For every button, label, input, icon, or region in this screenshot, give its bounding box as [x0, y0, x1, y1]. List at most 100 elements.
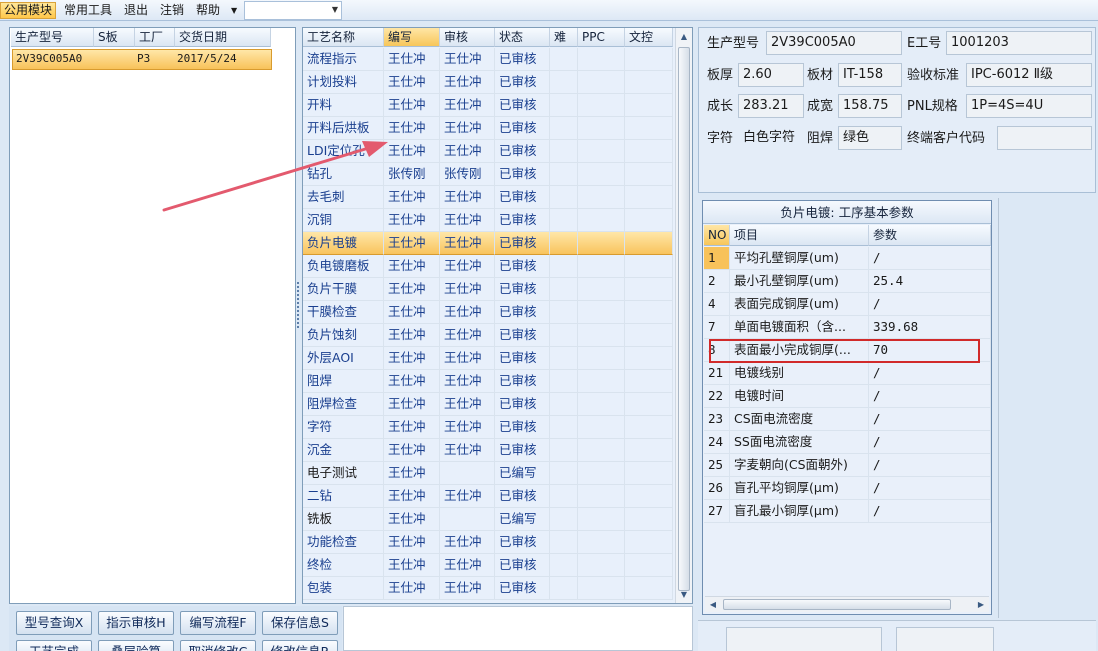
scroll-right-icon[interactable]: ▶	[974, 597, 988, 612]
process-grid-scrollbar[interactable]: ▲ ▼	[675, 28, 692, 603]
name-cell: 干膜检查	[303, 301, 384, 324]
col-header-difficulty[interactable]: 难	[550, 28, 578, 47]
width-field[interactable]: 158.75	[838, 94, 902, 118]
save-info-button[interactable]: 保存信息S	[262, 611, 338, 635]
status-cell: 已审核	[495, 554, 550, 577]
difficulty-cell	[550, 554, 578, 577]
menu-logout[interactable]: 注销	[157, 2, 187, 19]
table-row[interactable]: 2 最小孔壁铜厚(um) 25.4	[704, 270, 992, 293]
scroll-thumb[interactable]	[723, 599, 951, 610]
model-cell: 2V39C005A0	[16, 52, 83, 65]
col-header-status[interactable]: 状态	[495, 28, 550, 47]
standard-field[interactable]: IPC-6012 Ⅱ级	[966, 63, 1092, 87]
table-row[interactable]: 终检 王仕冲 王仕冲 已审核	[303, 554, 673, 577]
scroll-up-icon[interactable]: ▲	[677, 29, 691, 44]
table-row[interactable]: 铣板 王仕冲 已编写	[303, 508, 673, 531]
table-row[interactable]: 负片蚀刻 王仕冲 王仕冲 已审核	[303, 324, 673, 347]
model-field[interactable]: 2V39C005A0	[766, 31, 902, 55]
edit-info-button[interactable]: 修改信息R	[262, 640, 338, 651]
table-row[interactable]: 流程指示 王仕冲 王仕冲 已审核	[303, 48, 673, 71]
menu-help[interactable]: 帮助	[193, 2, 223, 19]
solder-mask-field[interactable]: 绿色	[838, 126, 902, 150]
splitter-handle[interactable]	[296, 280, 300, 360]
table-row[interactable]: 计划投料 王仕冲 王仕冲 已审核	[303, 71, 673, 94]
col-header-ppc[interactable]: PPC	[578, 28, 625, 47]
scroll-down-icon[interactable]: ▼	[677, 587, 691, 602]
table-row[interactable]: 字符 王仕冲 王仕冲 已审核	[303, 416, 673, 439]
write-flow-button[interactable]: 编写流程F	[180, 611, 256, 635]
customer-code-field[interactable]	[997, 126, 1092, 150]
stackup-check-button[interactable]: 叠层验算	[98, 640, 174, 651]
name-cell: 沉铜	[303, 209, 384, 232]
table-row[interactable]: 负电镀磨板 王仕冲 王仕冲 已审核	[303, 255, 673, 278]
table-row[interactable]: 24 SS面电流密度 /	[704, 431, 992, 454]
menu-combo-box[interactable]: ▼	[244, 1, 342, 20]
table-row[interactable]: 沉金 王仕冲 王仕冲 已审核	[303, 439, 673, 462]
table-row[interactable]: 21 电镀线别 /	[704, 362, 992, 385]
table-row[interactable]: 电子测试 王仕冲 已编写	[303, 462, 673, 485]
table-row[interactable]: 功能检查 王仕冲 王仕冲 已审核	[303, 531, 673, 554]
params-hscrollbar[interactable]: ◀ ▶	[705, 596, 989, 612]
length-field[interactable]: 283.21	[738, 94, 804, 118]
col-header-reviewer[interactable]: 审核	[440, 28, 495, 47]
table-row[interactable]: 开料 王仕冲 王仕冲 已审核	[303, 94, 673, 117]
menu-dropdown-arrow-icon[interactable]: ▼	[228, 2, 240, 19]
table-row[interactable]: 沉铜 王仕冲 王仕冲 已审核	[303, 209, 673, 232]
scroll-left-icon[interactable]: ◀	[706, 597, 720, 612]
table-row[interactable]: 包装 王仕冲 王仕冲 已审核	[303, 577, 673, 600]
product-info-panel: 生产型号 2V39C005A0 E工号 1001203 板厚 2.60 板材 I…	[698, 27, 1096, 193]
notes-area[interactable]	[343, 606, 693, 651]
menu-common-tools[interactable]: 常用工具	[61, 2, 115, 19]
status-cell: 已审核	[495, 370, 550, 393]
table-row[interactable]: 26 盲孔平均铜厚(μm) /	[704, 477, 992, 500]
table-row[interactable]: 4 表面完成铜厚(um) /	[704, 293, 992, 316]
table-row[interactable]: 7 单面电镀面积（含... 339.68	[704, 316, 992, 339]
table-row[interactable]: 二钻 王仕冲 王仕冲 已审核	[303, 485, 673, 508]
table-row[interactable]: 外层AOI 王仕冲 王仕冲 已审核	[303, 347, 673, 370]
table-row[interactable]: LDI定位孔 王仕冲 王仕冲 已审核	[303, 140, 673, 163]
thickness-field[interactable]: 2.60	[738, 63, 804, 87]
table-row[interactable]: 开料后烘板 王仕冲 王仕冲 已审核	[303, 117, 673, 140]
bottom-field-2[interactable]	[896, 627, 994, 651]
item-cell: 平均孔壁铜厚(um)	[730, 247, 869, 270]
action-button-area: 型号查询X 指示审核H 编写流程F 保存信息S 工艺完成 叠层验算 取消修改C …	[9, 606, 342, 651]
status-cell: 已编写	[495, 508, 550, 531]
col-header-s-board[interactable]: S板	[94, 28, 135, 47]
table-row[interactable]: 25 字麦朝向(CS面朝外) /	[704, 454, 992, 477]
col-header-author[interactable]: 编写	[384, 28, 440, 47]
cancel-edit-button[interactable]: 取消修改C	[180, 640, 256, 651]
e-number-field[interactable]: 1001203	[946, 31, 1092, 55]
pnl-field[interactable]: 1P=4S=4U	[966, 94, 1092, 118]
legend-field[interactable]: 白色字符	[738, 126, 804, 150]
col-header-param[interactable]: 参数	[869, 225, 991, 246]
col-header-no[interactable]: NO	[704, 225, 730, 246]
table-row[interactable]: 钻孔 张传刚 张传刚 已审核	[303, 163, 673, 186]
model-query-button[interactable]: 型号查询X	[16, 611, 92, 635]
col-header-model[interactable]: 生产型号	[11, 28, 94, 47]
table-row[interactable]: 27 盲孔最小铜厚(μm) /	[704, 500, 992, 523]
col-header-doc-control[interactable]: 文控	[625, 28, 673, 47]
scroll-thumb[interactable]	[678, 47, 690, 591]
col-header-item[interactable]: 项目	[730, 225, 869, 246]
col-header-process-name[interactable]: 工艺名称	[303, 28, 384, 47]
table-row[interactable]: 干膜检查 王仕冲 王仕冲 已审核	[303, 301, 673, 324]
table-row[interactable]: 去毛刺 王仕冲 王仕冲 已审核	[303, 186, 673, 209]
process-complete-button[interactable]: 工艺完成	[16, 640, 92, 651]
col-header-delivery-date[interactable]: 交货日期	[175, 28, 271, 47]
menu-public-modules[interactable]: 公用模块	[0, 2, 57, 19]
table-row[interactable]: 阻焊检查 王仕冲 王仕冲 已审核	[303, 393, 673, 416]
material-field[interactable]: IT-158	[838, 63, 902, 87]
table-row[interactable]: 23 CS面电流密度 /	[704, 408, 992, 431]
bottom-field-1[interactable]	[726, 627, 882, 651]
col-header-factory[interactable]: 工厂	[135, 28, 175, 47]
menu-exit[interactable]: 退出	[121, 2, 151, 19]
table-row[interactable]: 2V39C005A0 P3 2017/5/24	[12, 49, 272, 70]
table-row[interactable]: 阻焊 王仕冲 王仕冲 已审核	[303, 370, 673, 393]
table-row[interactable]: 负片电镀 王仕冲 王仕冲 已审核	[303, 232, 673, 255]
table-row[interactable]: 22 电镀时间 /	[704, 385, 992, 408]
difficulty-cell	[550, 508, 578, 531]
table-row[interactable]: 负片干膜 王仕冲 王仕冲 已审核	[303, 278, 673, 301]
difficulty-cell	[550, 255, 578, 278]
table-row[interactable]: 1 平均孔壁铜厚(um) /	[704, 247, 992, 270]
instruction-review-button[interactable]: 指示审核H	[98, 611, 174, 635]
